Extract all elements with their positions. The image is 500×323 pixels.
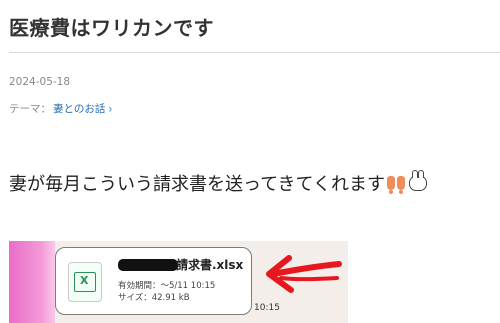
theme-row: テーマ： 妻とのお話 › (9, 101, 113, 116)
file-name: 請求書.xlsx (176, 258, 244, 272)
post-date: 2024-05-18 (9, 76, 71, 88)
pink-blur-area (9, 241, 55, 323)
red-arrow-icon (266, 255, 342, 293)
file-size: サイズ：42.91 kB (118, 293, 190, 303)
spreadsheet-letter: X (80, 274, 89, 287)
chevron-right-icon[interactable]: › (109, 102, 112, 116)
embedded-screenshot: X 請求書.xlsx 有効期間：～5/11 10:15 サイズ：42.91 kB… (9, 241, 348, 323)
post-body-text: 妻が毎月こういう請求書を送ってきてくれます (9, 174, 386, 195)
post-body-line: 妻が毎月こういう請求書を送ってきてくれます (9, 170, 428, 196)
exclamation-icon (397, 176, 406, 194)
spreadsheet-file-icon: X (68, 262, 102, 302)
title-divider (9, 52, 500, 53)
file-attachment-card[interactable]: X 請求書.xlsx 有効期間：～5/11 10:15 サイズ：42.91 kB (55, 247, 252, 315)
bunny-face-icon (409, 170, 428, 191)
theme-link[interactable]: 妻とのお話 (53, 101, 105, 116)
file-expiry: 有効期間：～5/11 10:15 (118, 281, 216, 291)
theme-label: テーマ： (9, 103, 51, 115)
redacted-name-bar (118, 259, 178, 271)
post-title: 医療費はワリカンです (9, 16, 214, 40)
emoji-group (387, 170, 428, 194)
message-time: 10:15 (254, 303, 280, 313)
exclamation-icon (387, 176, 396, 194)
